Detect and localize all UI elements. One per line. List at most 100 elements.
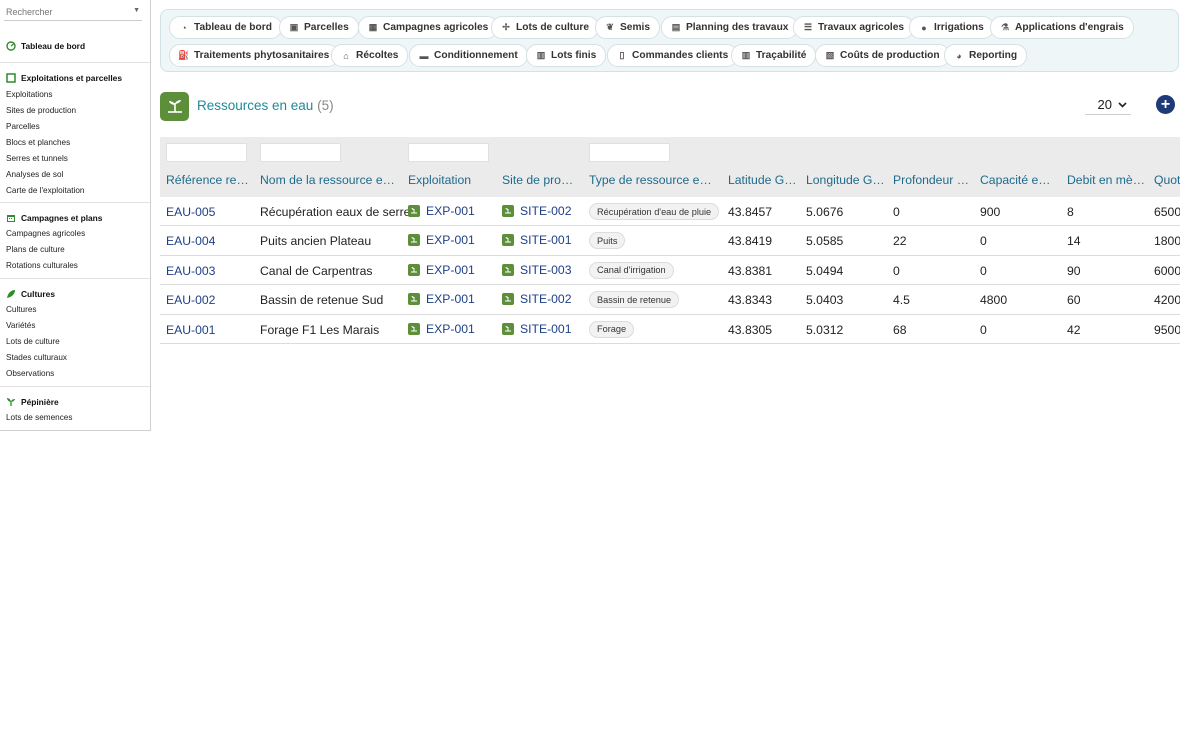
column-header-capacity[interactable]: Capacité en … xyxy=(980,173,1056,187)
column-header-debit[interactable]: Debit en mèt… xyxy=(1067,173,1145,187)
nav-campagnes-agricoles[interactable]: ▦ Campagnes agricoles xyxy=(358,16,499,39)
reference-link[interactable]: EAU-005 xyxy=(166,205,215,219)
sidebar-item-sites[interactable]: Sites de production xyxy=(0,103,150,119)
nav-traitements-phytosanitaires[interactable]: ⛽ Traitements phytosanitaires xyxy=(169,44,340,67)
filter-input-name[interactable] xyxy=(260,143,341,162)
site-link[interactable]: SITE-001 xyxy=(502,233,571,247)
leaf-icon xyxy=(6,289,16,299)
sidebar-section-title: Campagnes et plans xyxy=(21,212,103,223)
nav-label: Applications d'engrais xyxy=(1015,22,1124,33)
sidebar-item-observations[interactable]: Observations xyxy=(0,367,150,383)
nav-irrigations[interactable]: ● Irrigations xyxy=(909,16,994,39)
nav-label: Lots de culture xyxy=(516,22,590,33)
sidebar-item-parcelles[interactable]: Parcelles xyxy=(0,119,150,135)
table-row[interactable]: EAU-003 Canal de Carpentras EXP-001 SITE… xyxy=(160,255,1180,286)
type-badge: Récupération d'eau de pluie xyxy=(589,203,720,220)
type-badge: Bassin de retenue xyxy=(589,291,680,309)
column-header-latitude[interactable]: Latitude GPS xyxy=(728,173,798,187)
column-header-type[interactable]: Type de ressource en e… xyxy=(589,173,716,187)
column-header-longitude[interactable]: Longitude GPS xyxy=(806,173,886,187)
column-header-quota[interactable]: Quota xyxy=(1154,173,1180,187)
add-button[interactable]: + xyxy=(1156,95,1175,114)
reference-link[interactable]: EAU-003 xyxy=(166,264,215,278)
debit-value: 42 xyxy=(1067,322,1081,337)
page-size-value: 20 xyxy=(1097,97,1112,112)
nav-travaux-agricoles[interactable]: ☰ Travaux agricoles xyxy=(793,16,915,39)
sidebar-section-campagnes[interactable]: Campagnes et plans xyxy=(0,211,150,227)
sidebar-item-exploitations[interactable]: Exploitations xyxy=(0,87,150,103)
reference-link[interactable]: EAU-002 xyxy=(166,293,215,307)
column-header-exploitation[interactable]: Exploitation xyxy=(408,173,494,187)
nav-lots-finis[interactable]: ▥ Lots finis xyxy=(526,44,607,67)
nav-commandes-clients[interactable]: ▯ Commandes clients xyxy=(607,44,739,67)
search-box[interactable]: ▼ xyxy=(4,2,142,21)
site-link[interactable]: SITE-002 xyxy=(502,292,571,306)
exploitation-link[interactable]: EXP-001 xyxy=(408,263,475,277)
site-icon xyxy=(502,234,514,247)
column-header-reference[interactable]: Référence res… xyxy=(166,173,249,187)
nav-tableau-de-bord[interactable]: ◔ Tableau de bord xyxy=(169,16,282,39)
sidebar-item-serres[interactable]: Serres et tunnels xyxy=(0,151,150,167)
nav-tracabilite[interactable]: ▥ Traçabilité xyxy=(731,44,817,67)
exploitation-link[interactable]: EXP-001 xyxy=(408,233,475,247)
table-row[interactable]: EAU-005 Récupération eaux de serre EXP-0… xyxy=(160,197,1180,227)
site-icon xyxy=(502,263,514,276)
sidebar-item-stades[interactable]: Stades culturaux xyxy=(0,351,150,367)
box-icon: ▬ xyxy=(419,50,429,61)
site-link[interactable]: SITE-001 xyxy=(502,322,571,336)
nav-planning-des-travaux[interactable]: ▤ Planning des travaux xyxy=(661,16,799,39)
reference-link[interactable]: EAU-001 xyxy=(166,323,215,337)
reference-link[interactable]: EAU-004 xyxy=(166,234,215,248)
exploitation-link[interactable]: EXP-001 xyxy=(408,322,475,336)
nav-semis[interactable]: ❦ Semis xyxy=(595,16,661,39)
nav-couts-de-production[interactable]: ▧ Coûts de production xyxy=(815,44,950,67)
longitude-value: 5.0312 xyxy=(806,322,844,337)
filter-input-type[interactable] xyxy=(589,143,670,162)
exploitation-link[interactable]: EXP-001 xyxy=(408,204,475,218)
nav-recoltes[interactable]: ⌂ Récoltes xyxy=(331,44,409,67)
sidebar-item-campagnes-agricoles[interactable]: Campagnes agricoles xyxy=(0,227,150,243)
table-row[interactable]: EAU-001 Forage F1 Les Marais EXP-001 SIT… xyxy=(160,314,1180,344)
sidebar-section-cultures[interactable]: Cultures xyxy=(0,287,150,303)
site-code: SITE-003 xyxy=(520,262,572,277)
sidebar-item-varietes[interactable]: Variétés xyxy=(0,319,150,335)
site-code: SITE-002 xyxy=(520,204,572,218)
column-header-depth[interactable]: Profondeur e… xyxy=(893,173,971,187)
sidebar-item-lots-culture[interactable]: Lots de culture xyxy=(0,335,150,351)
sidebar-section-pepiniere[interactable]: Pépinière xyxy=(0,395,150,411)
sidebar-item-dashboard[interactable]: Tableau de bord xyxy=(0,39,150,55)
nav-conditionnement[interactable]: ▬ Conditionnement xyxy=(409,44,528,67)
sidebar-item-rotations[interactable]: Rotations culturales xyxy=(0,259,150,275)
boxes-icon: ▥ xyxy=(536,50,546,60)
filter-input-exploitation[interactable] xyxy=(408,143,489,162)
sidebar-item-analyses[interactable]: Analyses de sol xyxy=(0,167,150,183)
sidebar-item-lots-semences[interactable]: Lots de semences xyxy=(0,411,150,427)
sidebar-item-carte[interactable]: Carte de l'exploitation xyxy=(0,183,150,199)
resource-name: Forage F1 Les Marais xyxy=(260,322,380,337)
nav-applications-engrais[interactable]: ⚗ Applications d'engrais xyxy=(990,16,1134,39)
nav-lots-de-culture[interactable]: ✢ Lots de culture xyxy=(491,16,600,39)
column-header-name[interactable]: Nom de la ressource en … xyxy=(260,173,396,187)
filter-input-reference[interactable] xyxy=(166,143,247,162)
page-size-select[interactable]: 20 xyxy=(1085,95,1131,115)
column-header-site[interactable]: Site de produ… xyxy=(502,173,576,187)
sidebar-item-blocs[interactable]: Blocs et planches xyxy=(0,135,150,151)
depth-value: 0 xyxy=(893,205,900,219)
search-input[interactable] xyxy=(4,3,142,21)
drop-icon: ● xyxy=(921,22,927,33)
table-row[interactable]: EAU-004 Puits ancien Plateau EXP-001 SIT… xyxy=(160,226,1180,256)
exploitation-link[interactable]: EXP-001 xyxy=(408,292,475,306)
nav-parcelles[interactable]: ▣ Parcelles xyxy=(279,16,359,39)
sidebar-item-cultures[interactable]: Cultures xyxy=(0,303,150,319)
site-link[interactable]: SITE-002 xyxy=(502,204,571,218)
nav-label: Campagnes agricoles xyxy=(383,22,489,33)
table-row[interactable]: EAU-002 Bassin de retenue Sud EXP-001 SI… xyxy=(160,285,1180,315)
barcode-icon: ▥ xyxy=(741,50,751,60)
site-link[interactable]: SITE-003 xyxy=(502,263,571,277)
nav-reporting[interactable]: ◕ Reporting xyxy=(944,44,1028,67)
sidebar-item-plans[interactable]: Plans de culture xyxy=(0,243,150,259)
chevron-down-icon[interactable]: ▼ xyxy=(133,7,140,14)
sidebar-section-exploitations[interactable]: Exploitations et parcelles xyxy=(0,71,150,87)
calendar-icon xyxy=(6,213,16,223)
resource-name: Récupération eaux de serre xyxy=(260,205,411,219)
